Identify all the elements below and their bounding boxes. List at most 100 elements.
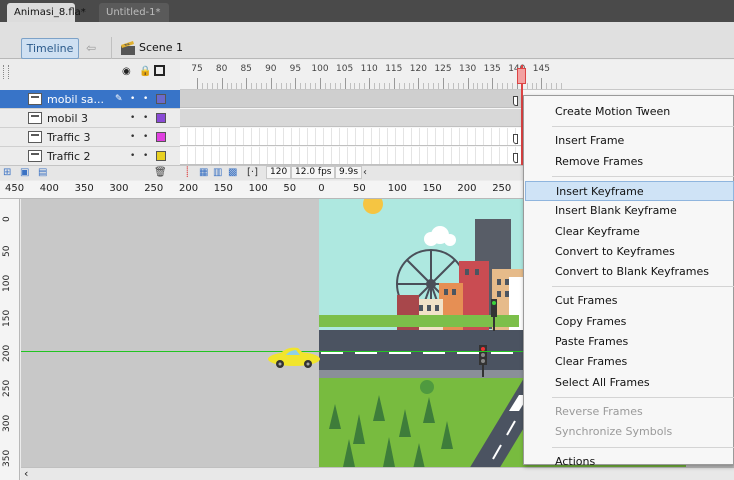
- grip-handle[interactable]: [3, 65, 9, 79]
- menu-item-select-all-frames[interactable]: Select All Frames: [525, 373, 734, 393]
- ruler-number: 400: [39, 183, 59, 194]
- keyframe-end-marker[interactable]: [513, 153, 518, 163]
- ruler-number: 0: [2, 216, 12, 222]
- layer-name[interactable]: Traffic 2: [47, 147, 91, 166]
- menu-item-clear-keyframe[interactable]: Clear Keyframe: [525, 222, 734, 242]
- layer-color-swatch[interactable]: [156, 151, 166, 161]
- menu-item-paste-frames[interactable]: Paste Frames: [525, 332, 734, 352]
- menu-item-clear-frames[interactable]: Clear Frames: [525, 352, 734, 372]
- layer-color-swatch[interactable]: [156, 94, 166, 104]
- keyframe-end-marker[interactable]: [513, 96, 518, 106]
- modify-markers-icon[interactable]: [·]: [247, 166, 258, 179]
- ruler-number: 150: [213, 183, 233, 194]
- current-frame-readout[interactable]: 120: [266, 166, 292, 179]
- menu-separator: [552, 446, 734, 448]
- ruler-number: 50: [353, 183, 366, 194]
- menu-item-copy-frames[interactable]: Copy Frames: [525, 312, 734, 332]
- outline-icon[interactable]: [154, 65, 165, 76]
- frames-track[interactable]: [180, 147, 523, 165]
- menu-item-actions[interactable]: Actions: [525, 452, 734, 472]
- menu-item-reverse-frames[interactable]: Reverse Frames: [525, 402, 734, 422]
- keyframe-end-marker[interactable]: [513, 134, 518, 144]
- frame-tick: [511, 83, 513, 89]
- frame-tick: [334, 83, 336, 89]
- lock-dot[interactable]: •: [143, 147, 148, 166]
- tab-untitled-1[interactable]: Untitled-1*: [99, 3, 169, 22]
- visibility-dot[interactable]: •: [130, 147, 135, 166]
- new-layer-icon[interactable]: ⊞: [3, 166, 11, 179]
- ruler-number: 200: [457, 183, 477, 194]
- onion-outline-icon[interactable]: ▥: [213, 166, 222, 179]
- lock-dot[interactable]: •: [143, 109, 148, 128]
- menu-separator: [552, 126, 734, 128]
- ruler-number: 150: [2, 309, 12, 327]
- menu-item-cut-frames[interactable]: Cut Frames: [525, 291, 734, 311]
- menu-item-convert-to-keyframes[interactable]: Convert to Keyframes: [525, 242, 734, 262]
- frame-tick: [354, 83, 356, 89]
- frame-tick: [531, 83, 533, 89]
- eye-icon[interactable]: ◉: [122, 66, 131, 78]
- frame-tick: [482, 83, 484, 89]
- folder-icon[interactable]: ▤: [38, 166, 47, 179]
- menu-item-convert-to-blank-keyframes[interactable]: Convert to Blank Keyframes: [525, 262, 734, 282]
- frame-tick: [403, 83, 405, 89]
- visibility-dot[interactable]: •: [130, 128, 135, 147]
- ruler-number: 100: [2, 274, 12, 292]
- frame-tick: [280, 83, 282, 89]
- layer-row[interactable]: Traffic 2 • •: [0, 147, 180, 166]
- frames-track[interactable]: [180, 90, 523, 108]
- frames-track[interactable]: [180, 128, 523, 146]
- edit-multiple-frames-icon[interactable]: ▩: [228, 166, 237, 179]
- frame-tick: [457, 83, 459, 89]
- menu-item-synchronize-symbols[interactable]: Synchronize Symbols: [525, 422, 734, 442]
- layer-row[interactable]: mobil 3 • •: [0, 109, 180, 128]
- frame-tick: [413, 83, 415, 89]
- menu-item-insert-frame[interactable]: Insert Frame: [525, 131, 734, 151]
- layer-name[interactable]: mobil 3: [47, 109, 88, 128]
- cloud: [424, 226, 456, 246]
- frame-tick: [383, 83, 385, 89]
- scene-label[interactable]: Scene 1: [139, 39, 183, 57]
- tab-animasi-8[interactable]: Animasi_8.fla*: [7, 3, 86, 22]
- layer-color-swatch[interactable]: [156, 132, 166, 142]
- ruler-number: 250: [2, 379, 12, 397]
- frames-track[interactable]: [180, 109, 523, 127]
- menu-item-insert-keyframe[interactable]: Insert Keyframe: [525, 180, 734, 201]
- frame-tick: [364, 83, 366, 89]
- layer-name[interactable]: mobil sa...: [47, 90, 104, 109]
- frame-tick: [339, 83, 341, 89]
- ruler-number: 50: [283, 183, 297, 194]
- playhead[interactable]: [517, 68, 526, 84]
- car-sprite[interactable]: [266, 344, 322, 368]
- center-frame-icon[interactable]: ⸽: [186, 166, 189, 179]
- frame-tick: [388, 83, 390, 89]
- pencil-icon: ✎: [115, 94, 123, 104]
- menu-item-create-motion-tween[interactable]: Create Motion Tween: [525, 102, 734, 122]
- scroll-left-icon[interactable]: ‹: [363, 166, 367, 179]
- layer-name[interactable]: Traffic 3: [47, 128, 91, 147]
- onion-skin-icon[interactable]: ▦: [199, 166, 208, 179]
- frame-number: 145: [532, 64, 550, 74]
- layer-row[interactable]: mobil sa... ✎ • •: [0, 90, 180, 109]
- visibility-dot[interactable]: •: [130, 90, 135, 109]
- new-folder-icon[interactable]: ▣: [20, 166, 29, 179]
- layer-color-swatch[interactable]: [156, 113, 166, 123]
- back-arrow-icon[interactable]: ⇦: [86, 39, 100, 57]
- fps-readout[interactable]: 12.0 fps: [291, 166, 336, 179]
- menu-item-insert-blank-keyframe[interactable]: Insert Blank Keyframe: [525, 201, 734, 221]
- timeline-button[interactable]: Timeline: [21, 38, 79, 59]
- frame-tick: [241, 83, 243, 89]
- lock-dot[interactable]: •: [143, 128, 148, 147]
- lock-dot[interactable]: •: [143, 90, 148, 109]
- frame-tick: [556, 83, 558, 89]
- ruler-number: 250: [492, 183, 512, 194]
- ruler-number: 0: [318, 183, 325, 194]
- scroll-left-arrow-icon[interactable]: ‹: [24, 467, 28, 480]
- frame-tick: [265, 83, 267, 89]
- lock-icon[interactable]: 🔒: [139, 66, 151, 78]
- layer-row[interactable]: Traffic 3 • •: [0, 128, 180, 147]
- frame-tick: [324, 83, 326, 89]
- menu-item-remove-frames[interactable]: Remove Frames: [525, 152, 734, 172]
- trash-icon[interactable]: 🗑: [154, 166, 167, 179]
- visibility-dot[interactable]: •: [130, 109, 135, 128]
